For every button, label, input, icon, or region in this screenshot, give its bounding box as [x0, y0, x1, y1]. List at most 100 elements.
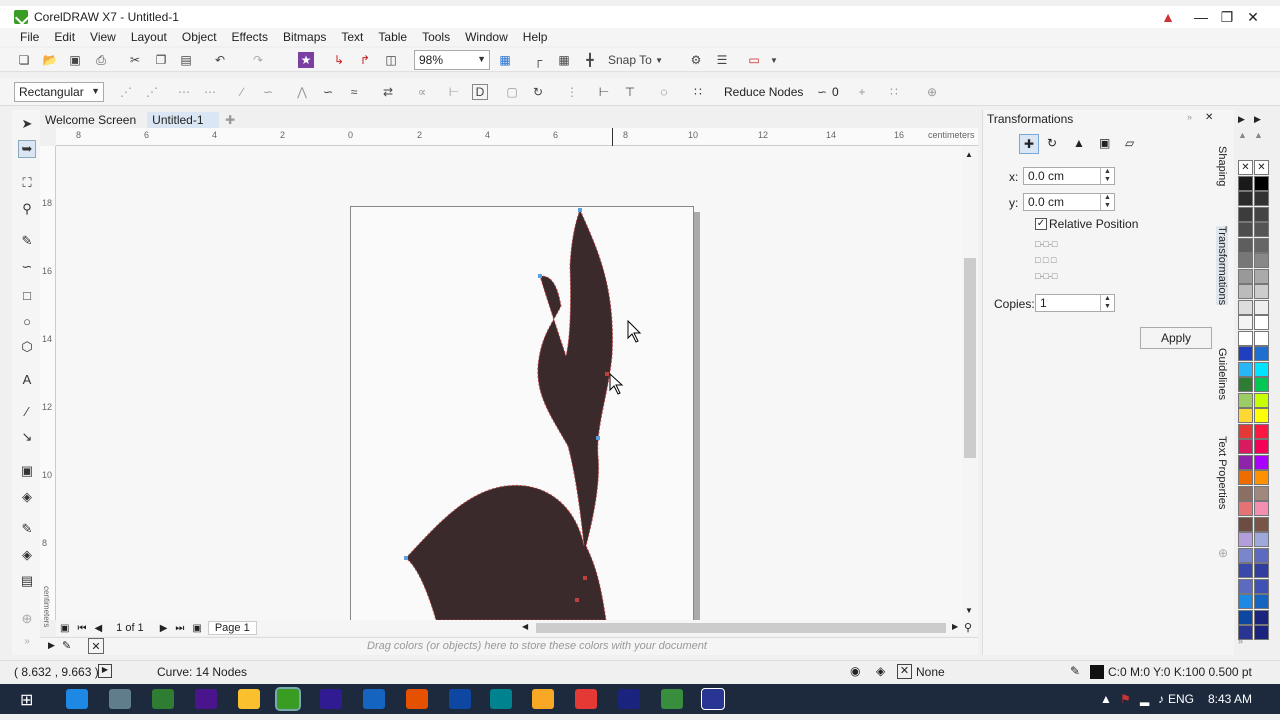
tray-expand-icon[interactable]: ▲ — [1100, 692, 1112, 706]
color-swatch[interactable] — [1254, 361, 1269, 377]
color-swatch[interactable] — [1254, 206, 1269, 222]
color-swatch[interactable] — [1254, 299, 1269, 315]
selected-curve[interactable] — [405, 208, 614, 620]
to-curve-icon[interactable]: ∽ — [260, 84, 276, 100]
no-color-swatch[interactable]: ✕ — [1238, 160, 1253, 175]
minimize-button[interactable]: — — [1188, 6, 1214, 28]
redo-icon[interactable]: ↷ — [250, 52, 266, 68]
stretch-nodes-icon[interactable]: ▢ — [504, 84, 520, 100]
spinner-icon[interactable]: ▲ ▼ — [1100, 168, 1114, 184]
node-selection-icon[interactable]: ∷ — [886, 84, 902, 100]
menu-object[interactable]: Object — [182, 30, 217, 44]
add-node-icon[interactable]: ⋰ — [118, 84, 134, 100]
scroll-thumb[interactable] — [536, 623, 946, 633]
align-nodes-icon[interactable]: ⋮ — [564, 84, 580, 100]
menu-text[interactable]: Text — [341, 30, 363, 44]
word-icon[interactable] — [363, 689, 385, 709]
color-swatch[interactable] — [1238, 408, 1253, 423]
color-swatch[interactable] — [1238, 377, 1253, 392]
color-swatch[interactable] — [1238, 423, 1253, 439]
photoshop-2-icon[interactable] — [618, 689, 640, 709]
cut-icon[interactable]: ✂ — [127, 52, 143, 68]
color-swatch[interactable] — [1254, 237, 1269, 253]
restore-button[interactable]: ❐ — [1214, 6, 1240, 28]
application-launcher-icon[interactable]: ☰ — [714, 52, 730, 68]
break-curve-icon[interactable]: ⋯ — [202, 84, 218, 100]
reduce-nodes-button[interactable]: Reduce Nodes — [724, 85, 803, 99]
color-swatch[interactable] — [1238, 594, 1253, 609]
tray-flag-icon[interactable]: ⚑ — [1120, 692, 1131, 706]
add-docker-icon[interactable]: ⊕ — [1218, 546, 1228, 560]
drop-shadow-icon[interactable]: ▣ — [18, 462, 36, 480]
node-handle[interactable] — [578, 208, 582, 212]
tab-untitled-1[interactable]: Untitled-1 — [147, 112, 220, 128]
rotate-icon[interactable]: ↻ — [1047, 136, 1057, 150]
palette-options-icon[interactable]: ▶ — [48, 640, 55, 651]
camtasia-icon[interactable] — [152, 689, 174, 709]
collapse-icon[interactable]: » — [1187, 112, 1192, 122]
polygon-tool-icon[interactable]: ⬡ — [18, 338, 36, 356]
transparency-icon[interactable]: ◈ — [18, 488, 36, 506]
add-page-icon[interactable]: ▣ — [60, 623, 69, 634]
color-swatch[interactable] — [1254, 377, 1269, 392]
smart-fill-icon[interactable]: ▤ — [18, 572, 36, 590]
coreldraw-taskbar-icon[interactable] — [275, 687, 301, 711]
color-swatch[interactable] — [1238, 330, 1253, 346]
anchor-grid[interactable]: □-□-□ □ □ □ □-□-□ — [1035, 236, 1085, 282]
color-swatch[interactable] — [1238, 222, 1253, 237]
first-page-icon[interactable]: ⏮ — [77, 623, 86, 634]
copies-field[interactable]: 1 ▲ ▼ — [1035, 294, 1115, 312]
menu-table[interactable]: Table — [378, 30, 407, 44]
cusp-node-icon[interactable]: ⋀ — [294, 84, 310, 100]
menu-edit[interactable]: Edit — [54, 30, 75, 44]
color-swatch[interactable] — [1238, 516, 1253, 532]
tab-transformations[interactable]: Transformations — [1216, 226, 1228, 306]
search-content-icon[interactable]: ★ — [298, 52, 314, 68]
premiere-icon[interactable] — [320, 689, 342, 709]
previous-page-icon[interactable]: ◀ — [94, 623, 102, 634]
color-swatch[interactable] — [1254, 222, 1269, 237]
close-icon[interactable]: ✕ — [1205, 112, 1213, 123]
apply-button[interactable]: Apply — [1140, 327, 1212, 349]
media-app-icon[interactable] — [490, 689, 512, 709]
reflect-vertical-icon[interactable]: ⊤ — [622, 84, 638, 100]
skew-icon[interactable]: ▱ — [1125, 136, 1134, 150]
window-app-icon[interactable] — [701, 688, 725, 710]
color-swatch[interactable] — [1254, 547, 1269, 563]
chrome-2-icon[interactable] — [575, 689, 597, 709]
node-handle[interactable] — [583, 576, 587, 580]
node-handle[interactable] — [404, 556, 408, 560]
color-swatch[interactable] — [1254, 191, 1269, 206]
color-swatch[interactable] — [1254, 284, 1269, 299]
size-icon[interactable]: ▣ — [1099, 136, 1110, 150]
corel-tool-icon[interactable] — [661, 689, 683, 709]
color-swatch[interactable] — [1254, 330, 1269, 346]
color-swatch[interactable] — [1238, 578, 1253, 594]
drawing-canvas[interactable] — [56, 146, 962, 620]
expand-status-icon[interactable]: ▶ — [98, 664, 112, 678]
undo-icon[interactable]: ↶ — [212, 52, 228, 68]
color-swatch[interactable] — [1254, 346, 1269, 361]
tab-text-properties[interactable]: Text Properties — [1216, 436, 1228, 509]
color-swatch[interactable] — [1254, 408, 1269, 423]
symmetrical-node-icon[interactable]: ≈ — [346, 84, 362, 100]
color-swatch[interactable] — [1254, 609, 1269, 625]
color-swatch[interactable] — [1254, 578, 1269, 594]
color-swatch[interactable] — [1254, 454, 1269, 470]
x-position-field[interactable]: 0.0 cm ▲ ▼ — [1023, 167, 1115, 185]
color-swatch[interactable] — [1238, 454, 1253, 470]
pick-tool-icon[interactable]: ➤ — [18, 115, 36, 133]
tab-welcome-screen[interactable]: Welcome Screen — [40, 112, 141, 128]
color-swatch[interactable] — [1238, 253, 1253, 268]
menu-help[interactable]: Help — [523, 30, 548, 44]
palette-scroll-down-icon[interactable]: » — [1238, 636, 1243, 646]
spinner-icon[interactable]: ▲ ▼ — [1100, 194, 1114, 210]
expand-toolbox-icon[interactable]: » — [18, 632, 36, 650]
welcome-screen-icon[interactable]: ▭ — [746, 52, 762, 68]
no-color-swatch[interactable]: ✕ — [88, 638, 104, 654]
export-icon[interactable]: ↱ — [357, 52, 373, 68]
add-page-after-icon[interactable]: ▣ — [192, 623, 201, 634]
menu-file[interactable]: File — [20, 30, 39, 44]
crop-tool-icon[interactable]: ⛶ — [18, 174, 36, 192]
show-rulers-icon[interactable]: ┌ — [530, 52, 546, 68]
